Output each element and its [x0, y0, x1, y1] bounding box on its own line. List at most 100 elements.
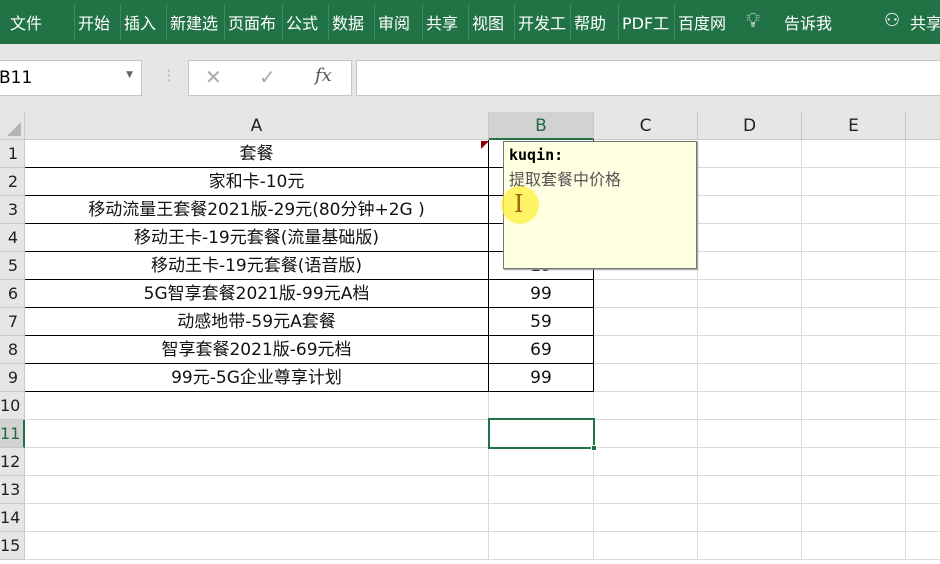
cell[interactable]: 动感地带-59元A套餐 [25, 308, 489, 336]
ribbon-tab[interactable]: 数据 [332, 10, 364, 34]
cell[interactable] [802, 420, 906, 448]
cell[interactable] [489, 392, 594, 420]
column-header-B[interactable]: B [489, 112, 594, 140]
cell[interactable] [594, 420, 698, 448]
selected-cell-b11[interactable] [488, 418, 597, 451]
cell[interactable] [25, 392, 489, 420]
enter-icon[interactable]: ✓ [259, 65, 276, 89]
cell[interactable] [489, 504, 594, 532]
cell[interactable] [594, 308, 698, 336]
ribbon-tab[interactable]: 文件 [10, 10, 42, 34]
ribbon-tab[interactable]: 开发工 [518, 10, 566, 34]
ribbon-tab[interactable]: 开始 [78, 10, 110, 34]
cell[interactable] [594, 532, 698, 560]
cell[interactable] [906, 308, 940, 336]
cell[interactable] [802, 140, 906, 168]
chevron-down-icon[interactable]: ▼ [126, 70, 133, 80]
row-header-5[interactable]: 5 [0, 252, 25, 280]
cell[interactable]: 移动王卡-19元套餐(语音版) [25, 252, 489, 280]
cell[interactable] [594, 392, 698, 420]
cell[interactable] [698, 392, 802, 420]
cell[interactable] [906, 532, 940, 560]
row-header-1[interactable]: 1 [0, 140, 25, 168]
row-header-7[interactable]: 7 [0, 308, 25, 336]
cell[interactable] [802, 532, 906, 560]
cell[interactable] [25, 532, 489, 560]
cell[interactable] [698, 168, 802, 196]
cell[interactable]: 99 [489, 280, 594, 308]
cell[interactable] [698, 504, 802, 532]
row-header-12[interactable]: 12 [0, 448, 25, 476]
cell[interactable] [906, 336, 940, 364]
cell[interactable] [906, 448, 940, 476]
cell[interactable] [698, 364, 802, 392]
column-header-E[interactable]: E [802, 112, 906, 140]
column-header-A[interactable]: A [25, 112, 489, 140]
cell[interactable] [802, 196, 906, 224]
cell[interactable] [698, 196, 802, 224]
drag-handle-icon[interactable]: ⋮ [162, 68, 176, 84]
cell[interactable] [698, 336, 802, 364]
cell[interactable] [25, 448, 489, 476]
cell[interactable] [802, 252, 906, 280]
row-header-6[interactable]: 6 [0, 280, 25, 308]
cell[interactable] [698, 476, 802, 504]
cell[interactable]: 59 [489, 308, 594, 336]
cell[interactable] [802, 280, 906, 308]
cell[interactable] [698, 224, 802, 252]
cell[interactable] [906, 252, 940, 280]
cell[interactable]: 99元-5G企业尊享计划 [25, 364, 489, 392]
cell[interactable] [906, 504, 940, 532]
cell[interactable] [594, 476, 698, 504]
row-header-2[interactable]: 2 [0, 168, 25, 196]
cell[interactable] [594, 336, 698, 364]
ribbon-tab[interactable]: 视图 [472, 10, 504, 34]
cell[interactable] [802, 336, 906, 364]
cell[interactable] [906, 168, 940, 196]
cell[interactable] [489, 476, 594, 504]
ribbon-tab[interactable]: 审阅 [378, 10, 410, 34]
cell[interactable] [802, 224, 906, 252]
cell[interactable] [906, 392, 940, 420]
cell[interactable]: 移动王卡-19元套餐(流量基础版) [25, 224, 489, 252]
cell[interactable] [698, 448, 802, 476]
cell[interactable] [802, 308, 906, 336]
cell[interactable] [594, 364, 698, 392]
cell[interactable] [25, 420, 489, 448]
cell[interactable] [906, 196, 940, 224]
cell[interactable] [698, 532, 802, 560]
cell[interactable]: 99 [489, 364, 594, 392]
cell[interactable] [25, 504, 489, 532]
ribbon-tab[interactable]: 帮助 [574, 10, 606, 34]
cell[interactable]: 5G智享套餐2021版-99元A档 [25, 280, 489, 308]
cell[interactable] [906, 280, 940, 308]
cell[interactable]: 移动流量王套餐2021版-29元(80分钟+2G ) [25, 196, 489, 224]
cell[interactable] [906, 364, 940, 392]
cell[interactable]: 69 [489, 336, 594, 364]
cell[interactable] [906, 140, 940, 168]
cell[interactable] [698, 420, 802, 448]
cell[interactable]: 家和卡-10元 [25, 168, 489, 196]
row-header-14[interactable]: 14 [0, 504, 25, 532]
row-header-13[interactable]: 13 [0, 476, 25, 504]
column-header-C[interactable]: C [594, 112, 698, 140]
ribbon-tab[interactable]: PDF工 [622, 10, 669, 34]
ribbon-tab[interactable]: 公式 [286, 10, 318, 34]
cell[interactable] [802, 392, 906, 420]
cell[interactable] [802, 168, 906, 196]
cell[interactable] [906, 476, 940, 504]
row-header-8[interactable]: 8 [0, 336, 25, 364]
cell[interactable] [489, 532, 594, 560]
name-box[interactable]: B11 ▼ [0, 60, 142, 96]
cell[interactable] [25, 476, 489, 504]
ribbon-tab[interactable]: 页面布 [228, 10, 276, 34]
ribbon-tab[interactable]: 插入 [124, 10, 156, 34]
insert-function-icon[interactable]: fx [315, 65, 332, 86]
cell[interactable] [698, 252, 802, 280]
select-all-button[interactable] [0, 112, 25, 140]
cell[interactable] [594, 280, 698, 308]
column-header-D[interactable]: D [698, 112, 802, 140]
formula-input[interactable] [356, 60, 940, 96]
row-header-15[interactable]: 15 [0, 532, 25, 560]
cell[interactable] [802, 476, 906, 504]
